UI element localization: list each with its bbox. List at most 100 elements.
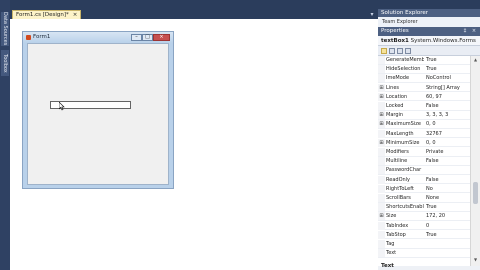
row-gutter bbox=[378, 221, 385, 230]
property-row[interactable]: Multiline False bbox=[378, 157, 470, 166]
properties-icon[interactable] bbox=[397, 48, 403, 54]
solution-explorer-panel: Solution Explorer Team Explorer bbox=[378, 9, 480, 27]
document-tab-strip: Form1.cs [Design]* × bbox=[10, 10, 378, 19]
property-row[interactable]: MaxLength 32767 bbox=[378, 129, 470, 139]
form-client-area[interactable] bbox=[27, 43, 169, 185]
property-name: TabIndex bbox=[386, 222, 409, 229]
row-gutter bbox=[378, 194, 385, 202]
row-gutter bbox=[378, 175, 385, 184]
property-row[interactable]: ⊞ Size 172, 20 bbox=[378, 212, 470, 221]
property-row[interactable]: ReadOnly False bbox=[378, 175, 470, 185]
toolbox-tab[interactable]: Toolbox bbox=[1, 50, 9, 76]
property-name: Modifiers bbox=[386, 149, 409, 155]
property-row[interactable]: PasswordChar bbox=[378, 166, 470, 175]
property-value[interactable]: 172, 20 bbox=[426, 212, 470, 220]
object-type: System.Windows.Forms bbox=[410, 38, 476, 44]
solution-explorer-title: Solution Explorer bbox=[381, 10, 429, 16]
alphabetical-icon[interactable] bbox=[389, 48, 395, 54]
property-value[interactable]: False bbox=[426, 102, 470, 110]
property-row[interactable]: TabIndex 0 bbox=[378, 221, 470, 231]
property-row[interactable]: ⊞ Lines String[] Array bbox=[378, 83, 470, 93]
property-name: Multiline bbox=[386, 158, 408, 165]
tab-form1-design[interactable]: Form1.cs [Design]* × bbox=[12, 10, 82, 19]
property-row[interactable]: HideSelection True bbox=[378, 65, 470, 74]
chevron-down-icon[interactable]: ▾ bbox=[368, 11, 376, 19]
object-selector[interactable]: textBox1 System.Windows.Forms bbox=[378, 36, 480, 46]
property-grid-scrollbar[interactable]: ▲ ▼ bbox=[470, 56, 480, 266]
property-value[interactable]: False bbox=[426, 176, 470, 184]
property-row[interactable]: RightToLeft No bbox=[378, 184, 470, 194]
property-row[interactable]: Modifiers Private bbox=[378, 148, 470, 157]
form-title: Form1 bbox=[33, 34, 51, 40]
expand-icon[interactable]: ⊞ bbox=[379, 139, 384, 147]
property-row[interactable]: ⊞ MaximumSize 0, 0 bbox=[378, 120, 470, 129]
property-value[interactable]: True bbox=[426, 231, 470, 239]
close-icon[interactable]: × bbox=[73, 12, 78, 18]
scroll-down-icon[interactable]: ▼ bbox=[472, 257, 479, 263]
events-icon[interactable] bbox=[405, 48, 411, 54]
property-row[interactable]: Tag bbox=[378, 240, 470, 249]
property-name: MaximumSize bbox=[386, 121, 421, 128]
scroll-up-icon[interactable]: ▲ bbox=[472, 57, 479, 63]
property-value[interactable]: NoControl bbox=[426, 74, 470, 82]
property-value[interactable]: 0, 0 bbox=[426, 120, 470, 128]
property-value[interactable]: 3, 3, 3, 3 bbox=[426, 111, 470, 119]
row-gutter bbox=[378, 166, 385, 175]
property-name: Lines bbox=[386, 84, 400, 91]
property-row[interactable]: ImeMode NoControl bbox=[378, 74, 470, 83]
form1-window[interactable]: Form1 – □ × bbox=[22, 31, 174, 189]
property-name: ReadOnly bbox=[386, 176, 411, 183]
property-name: GenerateMember bbox=[386, 57, 424, 63]
property-value[interactable]: 0, 0 bbox=[426, 139, 470, 147]
property-value[interactable]: String[] Array bbox=[426, 84, 470, 92]
property-name: MinimumSize bbox=[386, 139, 420, 146]
design-surface[interactable]: Form1 – □ × bbox=[10, 19, 378, 270]
property-name: Text bbox=[386, 250, 397, 257]
property-row[interactable]: Locked False bbox=[378, 102, 470, 111]
property-value[interactable]: True bbox=[426, 203, 470, 211]
property-value[interactable]: None bbox=[426, 194, 470, 202]
property-value[interactable]: 60, 97 bbox=[426, 93, 470, 101]
expand-icon[interactable]: ⊞ bbox=[379, 93, 384, 101]
form-icon bbox=[26, 35, 31, 40]
row-gutter bbox=[378, 184, 385, 193]
property-row[interactable]: ⊞ Location 60, 97 bbox=[378, 92, 470, 102]
property-row[interactable]: GenerateMemberTrue bbox=[378, 56, 470, 65]
minimize-button[interactable]: – bbox=[131, 34, 142, 41]
property-row[interactable]: ⊞ MinimumSize 0, 0 bbox=[378, 138, 470, 148]
property-name: ImeMode bbox=[386, 75, 410, 82]
properties-panel: Properties ‡ × textBox1 System.Windows.F… bbox=[378, 27, 480, 270]
property-name: Location bbox=[386, 93, 408, 100]
property-value[interactable]: 32767 bbox=[426, 130, 470, 138]
close-icon[interactable]: × bbox=[471, 28, 477, 34]
categorized-icon[interactable] bbox=[381, 48, 387, 54]
property-row[interactable]: ScrollBars None bbox=[378, 194, 470, 203]
property-name: HideSelection bbox=[386, 66, 421, 73]
property-value[interactable]: Private bbox=[426, 148, 470, 156]
maximize-button[interactable]: □ bbox=[142, 34, 153, 41]
mouse-cursor-icon bbox=[59, 102, 65, 111]
property-value[interactable]: 0 bbox=[426, 222, 470, 230]
property-value[interactable]: No bbox=[426, 185, 470, 193]
property-row[interactable]: Text bbox=[378, 249, 470, 258]
object-name: textBox1 bbox=[381, 38, 409, 44]
property-value[interactable]: True bbox=[426, 65, 470, 73]
close-button[interactable]: × bbox=[153, 34, 170, 41]
property-row[interactable]: ShortcutsEnabledTrue bbox=[378, 203, 470, 212]
form-titlebar[interactable]: Form1 – □ × bbox=[23, 32, 173, 43]
property-value[interactable]: False bbox=[426, 157, 470, 165]
row-gutter bbox=[378, 148, 385, 156]
scrollbar-thumb[interactable] bbox=[473, 182, 478, 204]
expand-icon[interactable]: ⊞ bbox=[379, 212, 384, 220]
pin-icon[interactable]: ‡ bbox=[462, 28, 468, 34]
property-row[interactable]: TabStop True bbox=[378, 230, 470, 240]
solution-explorer-content[interactable]: Team Explorer bbox=[378, 17, 480, 27]
data-sources-tab[interactable]: Data Sources bbox=[1, 12, 9, 46]
property-value[interactable]: True bbox=[426, 56, 470, 64]
property-row[interactable]: ⊞ Margin 3, 3, 3, 3 bbox=[378, 111, 470, 120]
expand-icon[interactable]: ⊞ bbox=[379, 111, 384, 119]
row-gutter bbox=[378, 240, 385, 248]
expand-icon[interactable]: ⊞ bbox=[379, 84, 384, 92]
expand-icon[interactable]: ⊞ bbox=[379, 120, 384, 128]
solution-explorer-header[interactable]: Solution Explorer bbox=[378, 9, 480, 17]
